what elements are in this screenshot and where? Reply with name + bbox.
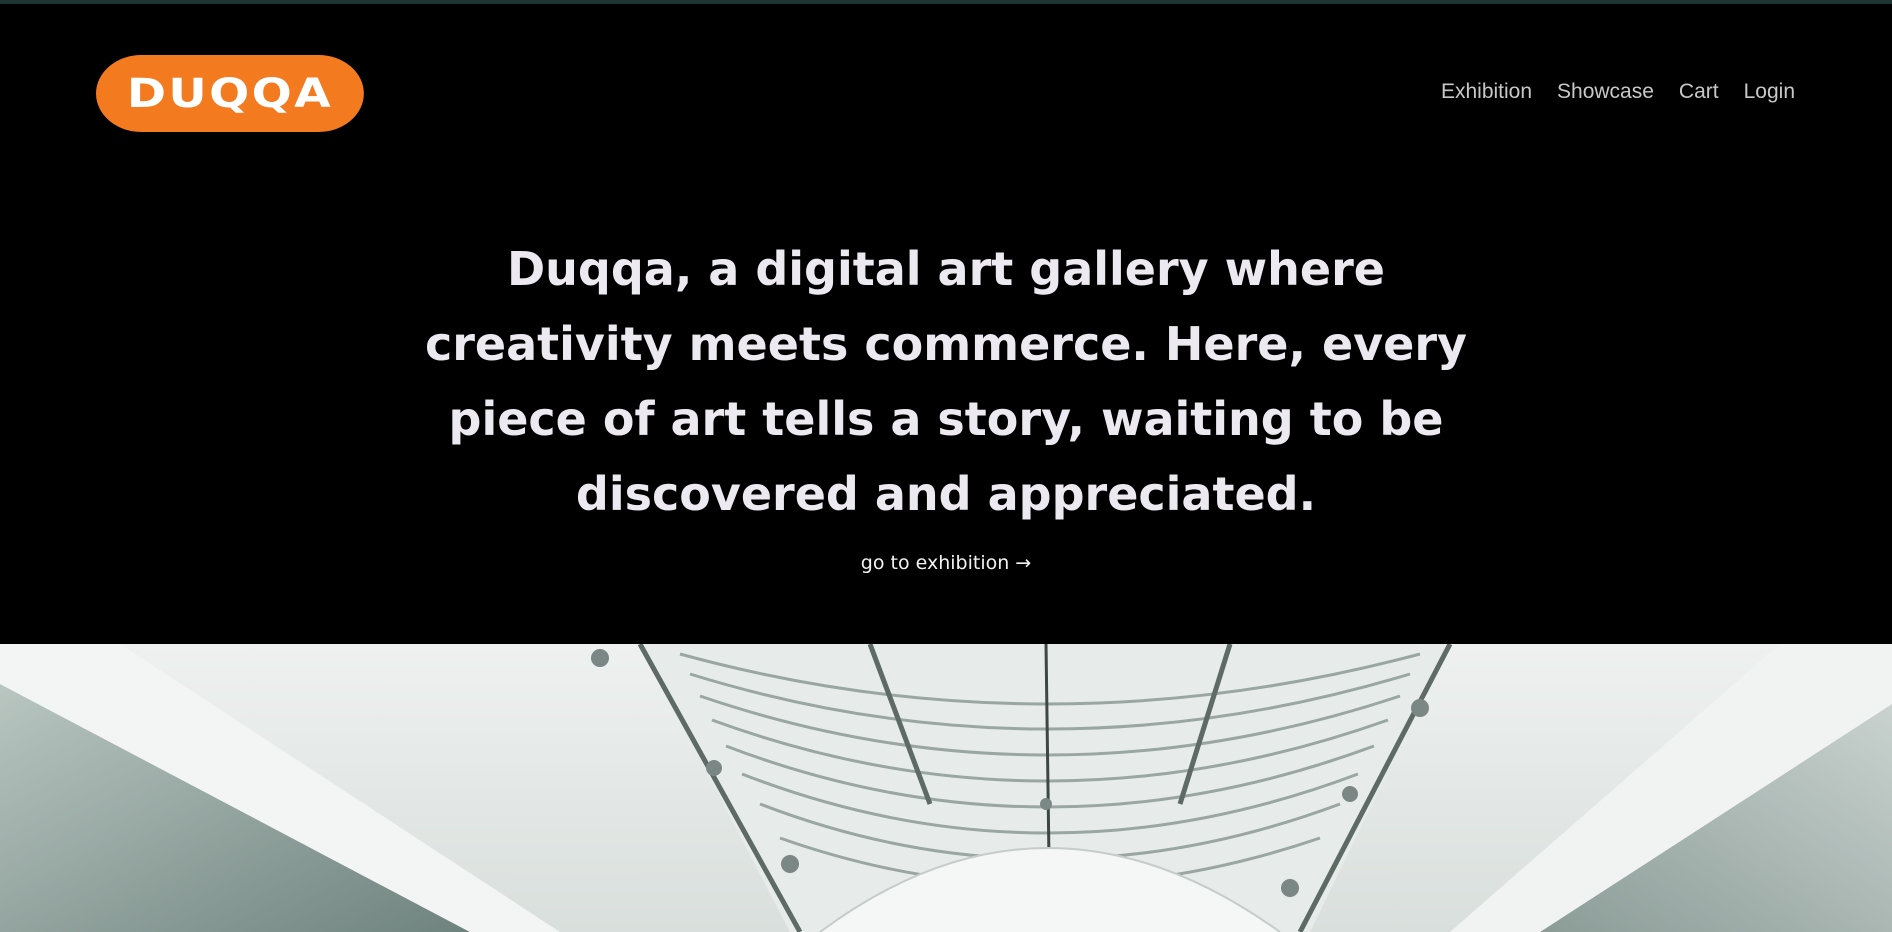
nav-item-login[interactable]: Login bbox=[1744, 80, 1795, 104]
brand-logo-text: DUQQA bbox=[126, 70, 333, 117]
hero-section: DUQQA Exhibition Showcase Cart Login Duq… bbox=[0, 4, 1892, 644]
hero-headline: Duqqa, a digital art gallery where creat… bbox=[424, 242, 1468, 521]
cta-container: go to exhibition → bbox=[0, 552, 1892, 574]
main-nav: Exhibition Showcase Cart Login bbox=[1441, 80, 1795, 104]
nav-item-showcase[interactable]: Showcase bbox=[1557, 80, 1654, 104]
nav-item-exhibition[interactable]: Exhibition bbox=[1441, 80, 1532, 104]
gallery-ceiling-image bbox=[0, 644, 1892, 932]
nav-item-cart[interactable]: Cart bbox=[1679, 80, 1719, 104]
gallery-ceiling-illustration bbox=[0, 644, 1892, 932]
brand-logo[interactable]: DUQQA bbox=[96, 55, 364, 132]
go-to-exhibition-link[interactable]: go to exhibition → bbox=[861, 552, 1031, 574]
